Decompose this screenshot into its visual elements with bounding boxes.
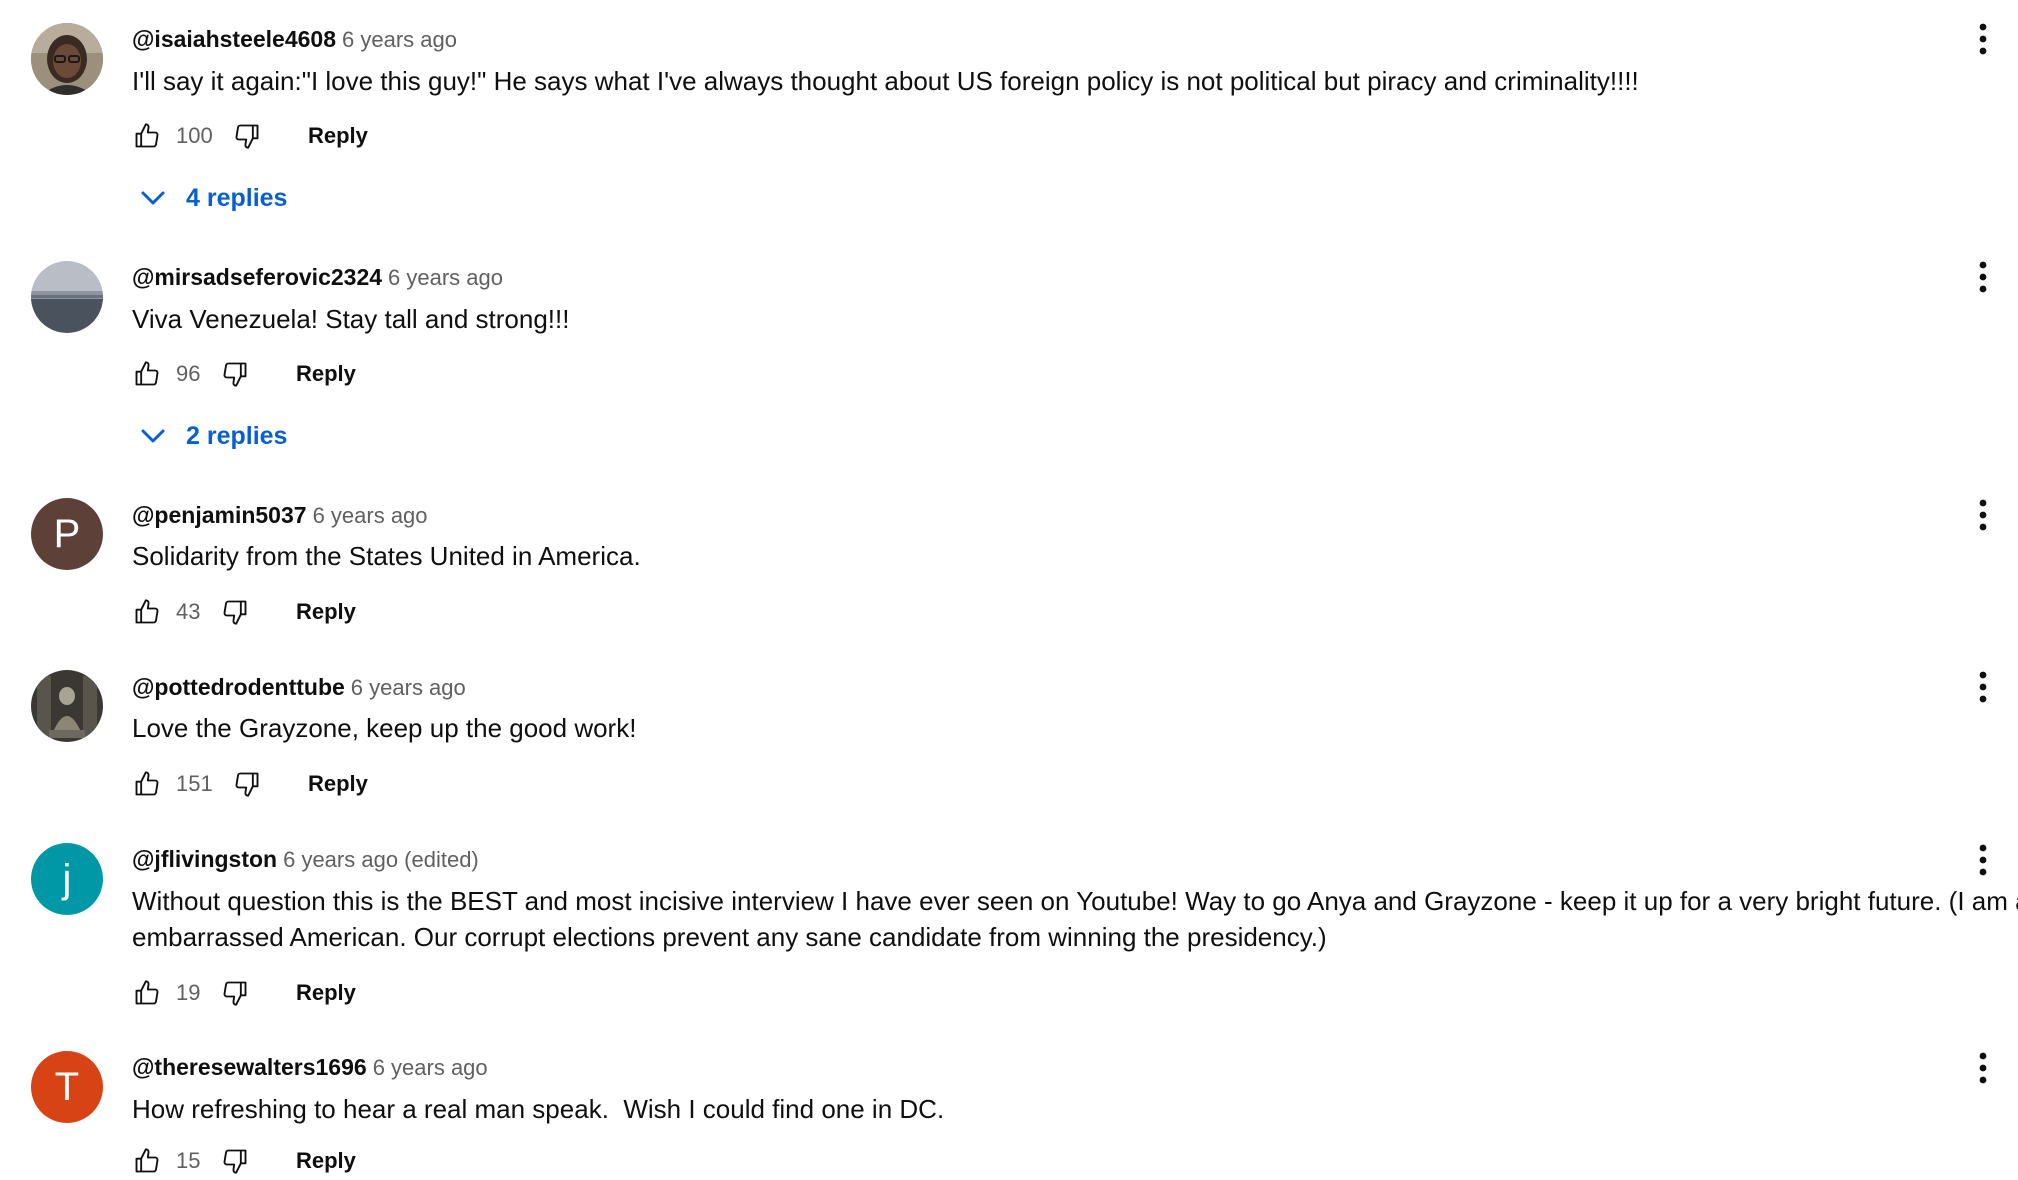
statue-photo-avatar: [31, 670, 103, 742]
more-vert-icon[interactable]: [1974, 497, 1992, 533]
person-photo-avatar: [31, 23, 103, 95]
replies-count-label: 2 replies: [186, 421, 288, 450]
avatar-letter: P: [53, 511, 81, 556]
avatar[interactable]: T: [31, 1051, 103, 1123]
comment-actions: 100 Reply: [132, 119, 368, 153]
avatar[interactable]: [31, 261, 103, 333]
comment-actions: 19 Reply: [132, 976, 356, 1010]
avatar[interactable]: j: [31, 843, 103, 915]
comment-author[interactable]: @jflivingston: [132, 846, 277, 872]
thumb-up-icon[interactable]: [132, 1146, 162, 1176]
reply-button[interactable]: Reply: [296, 980, 356, 1006]
thumb-down-icon[interactable]: [220, 1146, 250, 1176]
comment-author[interactable]: @penjamin5037: [132, 502, 307, 528]
chevron-down-icon: [141, 191, 165, 205]
comment-header: @pottedrodenttube 6 years ago: [132, 672, 466, 706]
like-count: 100: [176, 123, 213, 148]
avatar[interactable]: [31, 670, 103, 742]
comment-time[interactable]: 6 years ago: [351, 675, 466, 700]
more-vert-icon[interactable]: [1974, 1050, 1992, 1086]
comment-header: @jflivingston 6 years ago (edited): [132, 844, 479, 878]
more-vert-icon[interactable]: [1974, 842, 1992, 878]
like-count: 43: [176, 599, 201, 624]
reply-button[interactable]: Reply: [296, 599, 356, 625]
thumb-up-icon[interactable]: [132, 597, 162, 627]
comment-time[interactable]: 6 years ago: [388, 265, 503, 290]
comment-text: Solidarity from the States United in Ame…: [132, 541, 641, 571]
more-vert-icon[interactable]: [1974, 21, 1992, 57]
avatar[interactable]: [31, 23, 103, 95]
avatar-letter: T: [54, 1064, 80, 1109]
like-count: 19: [176, 980, 201, 1005]
like-count: 15: [176, 1148, 201, 1173]
comment-text: Love the Grayzone, keep up the good work…: [132, 713, 637, 743]
comment-text-line: Without question this is the BEST and mo…: [132, 886, 2018, 916]
comment-actions: 151 Reply: [132, 767, 368, 801]
thumb-down-icon[interactable]: [232, 769, 262, 799]
comment-header: @penjamin5037 6 years ago: [132, 500, 428, 534]
more-vert-icon[interactable]: [1974, 669, 1992, 705]
comment-header: @theresewalters1696 6 years ago: [132, 1052, 488, 1086]
thumb-up-icon[interactable]: [132, 359, 162, 389]
comment-author[interactable]: @mirsadseferovic2324: [132, 264, 382, 290]
comment-time[interactable]: 6 years ago: [373, 1055, 488, 1080]
comment-header: @isaiahsteele4608 6 years ago: [132, 24, 457, 58]
like-count: 151: [176, 771, 213, 796]
comment-time[interactable]: 6 years ago: [313, 503, 428, 528]
comment-actions: 43 Reply: [132, 595, 356, 629]
comment-time[interactable]: 6 years ago: [342, 27, 457, 52]
reply-button[interactable]: Reply: [308, 123, 368, 149]
comment-text-line: embarrassed American. Our corrupt electi…: [132, 922, 1327, 952]
chevron-down-icon: [141, 429, 165, 443]
comment-text: Viva Venezuela! Stay tall and strong!!!: [132, 304, 570, 334]
reply-button[interactable]: Reply: [296, 361, 356, 387]
comment-header: @mirsadseferovic2324 6 years ago: [132, 262, 503, 296]
view-replies-button[interactable]: 2 replies: [138, 419, 287, 453]
reply-button[interactable]: Reply: [308, 771, 368, 797]
thumb-up-icon[interactable]: [132, 769, 162, 799]
like-count: 96: [176, 361, 201, 386]
thumb-down-icon[interactable]: [220, 597, 250, 627]
view-replies-button[interactable]: 4 replies: [138, 181, 287, 215]
thumb-down-icon[interactable]: [232, 121, 262, 151]
comment-text: Without question this is the BEST and mo…: [132, 883, 2018, 955]
comments-list: @isaiahsteele4608 6 years ago I'll say it…: [0, 0, 2018, 1180]
landscape-photo-avatar: [31, 261, 103, 333]
comment-time[interactable]: 6 years ago (edited): [283, 847, 479, 872]
thumb-up-icon[interactable]: [132, 978, 162, 1008]
comment-actions: 96 Reply: [132, 357, 356, 391]
comment-author[interactable]: @pottedrodenttube: [132, 674, 345, 700]
comment-text: I'll say it again:"I love this guy!" He …: [132, 66, 1639, 96]
replies-count-label: 4 replies: [186, 183, 288, 212]
thumb-up-icon[interactable]: [132, 121, 162, 151]
avatar[interactable]: P: [31, 498, 103, 570]
comment-actions: 15 Reply: [132, 1144, 356, 1178]
more-vert-icon[interactable]: [1974, 259, 1992, 295]
comment-text: How refreshing to hear a real man speak.…: [132, 1094, 945, 1124]
reply-button[interactable]: Reply: [296, 1148, 356, 1174]
comment-author[interactable]: @isaiahsteele4608: [132, 26, 336, 52]
thumb-down-icon[interactable]: [220, 978, 250, 1008]
comment-author[interactable]: @theresewalters1696: [132, 1054, 367, 1080]
thumb-down-icon[interactable]: [220, 359, 250, 389]
avatar-letter: j: [62, 856, 72, 901]
